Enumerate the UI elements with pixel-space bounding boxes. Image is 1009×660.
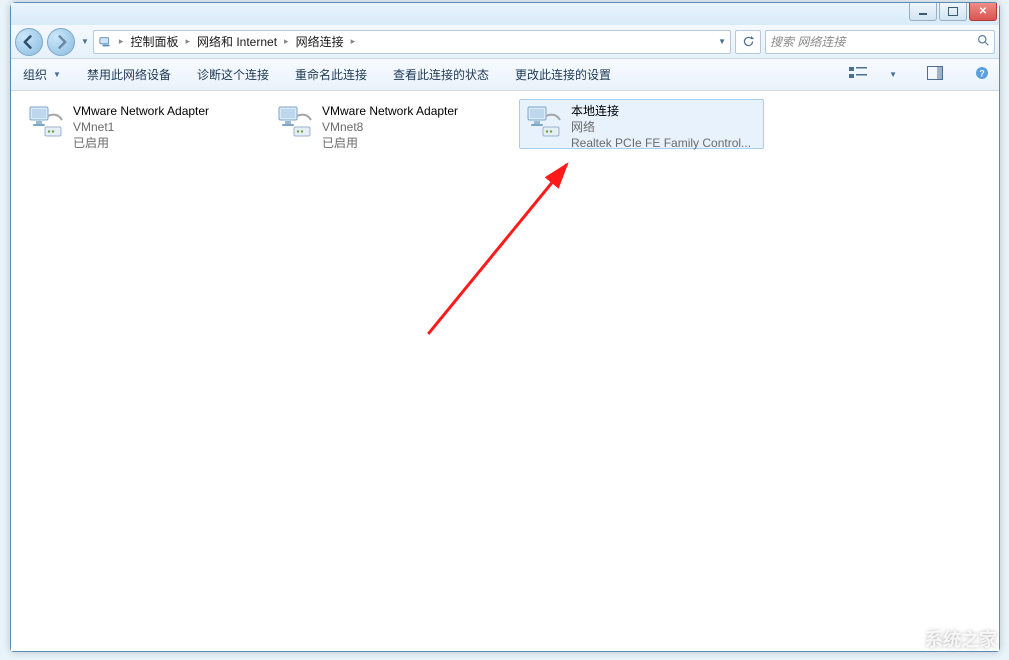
connection-item[interactable]: VMware Network Adapter VMnet8 已启用 [270,99,515,149]
search-input[interactable] [770,35,973,49]
toolbar: 组织 ▼ 禁用此网络设备 诊断这个连接 重命名此连接 查看此连接的状态 更改此连… [11,59,999,91]
chevron-down-icon[interactable]: ▼ [889,70,897,79]
preview-pane-icon[interactable] [925,64,945,85]
organize-label: 组织 [23,66,47,83]
breadcrumb-item-network-internet[interactable]: 网络和 Internet [195,31,279,52]
connection-title: 本地连接 [571,103,751,119]
connection-line2: 网络 [571,119,751,135]
minimize-button[interactable] [909,3,937,21]
network-adapter-icon [27,103,67,141]
nav-row: ▼ ▸ 控制面板 ▸ 网络和 Internet ▸ 网络连接 ▸ ▼ [11,25,999,59]
connection-line2: VMnet1 [73,119,209,135]
titlebar [11,3,999,25]
connection-line3: 已启用 [73,135,209,151]
chevron-right-icon: ▸ [185,36,190,47]
connection-text: VMware Network Adapter VMnet1 已启用 [73,103,209,152]
chevron-right-icon: ▸ [119,36,124,47]
rename-button[interactable]: 重命名此连接 [291,63,371,86]
connection-title: VMware Network Adapter [322,103,458,119]
chevron-down-icon: ▼ [53,70,61,79]
breadcrumb[interactable]: ▸ 控制面板 ▸ 网络和 Internet ▸ 网络连接 ▸ ▼ [93,30,731,54]
network-adapter-icon [525,103,565,141]
chevron-right-icon: ▸ [284,36,289,47]
connection-line3: Realtek PCIe FE Family Control... [571,135,751,151]
connection-line2: VMnet8 [322,119,458,135]
breadcrumb-item-control-panel[interactable]: 控制面板 [128,31,180,52]
recent-dropdown-icon[interactable]: ▼ [81,37,89,46]
svg-text:?: ? [979,69,985,79]
connection-item[interactable]: VMware Network Adapter VMnet1 已启用 [21,99,266,149]
search-box[interactable] [765,30,995,54]
close-button[interactable] [969,3,997,21]
explorer-window: ▼ ▸ 控制面板 ▸ 网络和 Internet ▸ 网络连接 ▸ ▼ [10,2,1000,652]
connection-title: VMware Network Adapter [73,103,209,119]
disable-device-button[interactable]: 禁用此网络设备 [83,63,175,86]
refresh-button[interactable] [735,30,761,54]
organize-button[interactable]: 组织 ▼ [19,63,65,86]
network-icon [98,34,114,50]
connection-text: VMware Network Adapter VMnet8 已启用 [322,103,458,152]
maximize-button[interactable] [939,3,967,21]
view-options-icon[interactable] [847,64,869,85]
view-status-button[interactable]: 查看此连接的状态 [389,63,493,86]
breadcrumb-item-network-connections[interactable]: 网络连接 [294,31,346,52]
back-button[interactable] [15,28,43,56]
search-icon [977,34,990,50]
change-settings-button[interactable]: 更改此连接的设置 [511,63,615,86]
content-area: VMware Network Adapter VMnet1 已启用 VMware… [11,91,999,651]
network-adapter-icon [276,103,316,141]
chevron-right-icon: ▸ [351,36,356,47]
breadcrumb-dropdown-icon[interactable]: ▼ [718,37,726,46]
help-icon[interactable]: ? [973,64,991,85]
forward-button[interactable] [47,28,75,56]
connection-text: 本地连接 网络 Realtek PCIe FE Family Control..… [571,103,751,152]
connection-item[interactable]: 本地连接 网络 Realtek PCIe FE Family Control..… [519,99,764,149]
connection-line3: 已启用 [322,135,458,151]
diagnose-button[interactable]: 诊断这个连接 [193,63,273,86]
